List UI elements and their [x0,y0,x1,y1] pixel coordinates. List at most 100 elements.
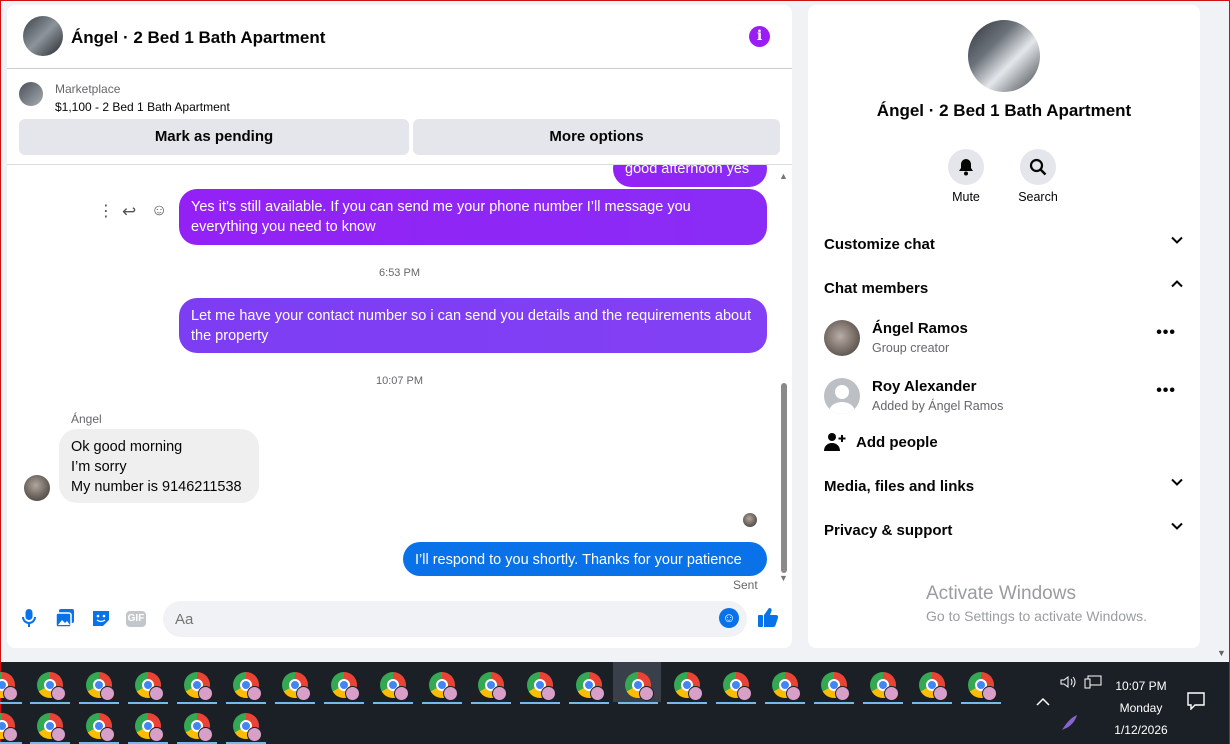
volume-icon[interactable] [1060,675,1076,692]
react-emoji-icon[interactable]: ☺ [151,202,167,220]
running-app-indicator [569,702,609,704]
thumbs-up-icon[interactable] [757,606,779,634]
chrome-profile-icon[interactable] [576,672,605,701]
message-timestamp: 10:07 PM [375,375,424,387]
message-timestamp: 6:53 PM [379,267,420,279]
privacy-support-section[interactable]: Privacy & support [824,513,1184,549]
message-bubble-outgoing[interactable]: Yes it’s still available. If you can sen… [179,189,767,245]
chat-title[interactable]: Ángel · 2 Bed 1 Bath Apartment [71,28,325,48]
chrome-profile-icon[interactable] [135,672,164,701]
watermark-title: Activate Windows [926,583,1076,604]
message-bubble-outgoing[interactable]: I’ll respond to you shortly. Thanks for … [403,542,767,576]
emoji-icon[interactable]: ☺ [719,608,739,628]
mute-button[interactable] [948,149,984,185]
marketplace-thumbnail[interactable] [19,82,43,106]
chrome-profile-icon[interactable] [233,713,262,742]
chrome-profile-icon[interactable] [870,672,899,701]
chrome-profile-icon[interactable] [968,672,997,701]
member-row[interactable]: Ángel Ramos Group creator ••• [824,316,1184,364]
add-people-button[interactable]: Add people [824,432,1184,456]
chrome-profile-icon[interactable] [282,672,311,701]
sender-avatar[interactable] [24,475,50,501]
add-people-label: Add people [856,434,938,451]
notification-center-icon[interactable] [1187,692,1205,715]
microphone-icon[interactable] [18,608,40,630]
chrome-profile-icon[interactable] [86,672,115,701]
member-role: Added by Ángel Ramos [872,399,1004,413]
clock-date: 1/12/2026 [1114,723,1168,737]
more-vertical-icon[interactable]: ⋮ [98,201,114,221]
member-name[interactable]: Ángel Ramos [872,320,968,337]
running-app-indicator [471,702,511,704]
seen-receipt-avatar [743,513,757,527]
running-app-indicator [128,702,168,704]
mark-as-pending-button[interactable]: Mark as pending [19,119,409,155]
feather-app-icon[interactable] [1060,714,1078,735]
chrome-profile-icon[interactable] [674,672,703,701]
scrollbar-thumb[interactable] [781,383,787,573]
running-app-indicator [422,702,462,704]
running-app-indicator [177,702,217,704]
chrome-profile-icon[interactable] [184,713,213,742]
search-label: Search [1018,190,1058,204]
chrome-profile-icon[interactable] [625,672,654,701]
gif-icon[interactable]: GIF [126,611,146,627]
media-files-links-section[interactable]: Media, files and links [824,469,1184,505]
customize-chat-section[interactable]: Customize chat [824,227,1184,263]
chrome-profile-icon[interactable] [233,672,262,701]
chrome-profile-icon[interactable] [772,672,801,701]
taskbar-clock[interactable]: 10:07 PM Monday 1/12/2026 [1101,675,1181,741]
chrome-profile-icon[interactable] [0,713,18,742]
message-input[interactable] [163,601,747,637]
running-app-indicator [0,702,22,704]
reply-icon[interactable]: ↩ [122,202,136,222]
page-scroll-down-arrow-icon[interactable]: ▼ [1217,648,1226,658]
chrome-profile-icon[interactable] [184,672,213,701]
running-app-indicator [716,702,756,704]
chrome-profile-icon[interactable] [0,672,18,701]
chrome-profile-icon[interactable] [37,713,66,742]
message-text-line: My number is 9146211538 [71,479,242,495]
chrome-profile-icon[interactable] [527,672,556,701]
chat-details-panel: Ángel · 2 Bed 1 Bath Apartment Mute Sear… [808,5,1200,648]
chrome-profile-icon[interactable] [37,672,66,701]
scroll-up-arrow-icon[interactable]: ▲ [779,171,788,181]
message-list[interactable]: good afternoon yes ⋮ ↩ ☺ Yes it’s still … [7,165,792,595]
member-name[interactable]: Roy Alexander [872,378,976,395]
running-app-indicator [520,702,560,704]
message-bubble-outgoing[interactable]: good afternoon yes [613,165,767,187]
chrome-profile-icon[interactable] [919,672,948,701]
member-row[interactable]: Roy Alexander Added by Ángel Ramos ••• [824,374,1184,422]
chrome-profile-icon[interactable] [135,713,164,742]
chrome-profile-icon[interactable] [429,672,458,701]
message-bubble-outgoing[interactable]: Let me have your contact number so i can… [179,298,767,353]
show-hidden-icons-chevron-icon[interactable] [1036,694,1050,710]
message-bubble-incoming[interactable]: Ok good morning I’m sorry My number is 9… [59,429,259,503]
scroll-down-arrow-icon[interactable]: ▼ [779,573,788,583]
section-label: Chat members [824,280,929,297]
chrome-profile-icon[interactable] [86,713,115,742]
more-horizontal-icon[interactable]: ••• [1156,382,1176,400]
photo-gallery-icon[interactable] [54,608,76,630]
message-scrollbar[interactable]: ▲ ▼ [779,165,791,585]
member-avatar[interactable] [824,378,860,414]
more-horizontal-icon[interactable]: ••• [1156,324,1176,342]
chrome-profile-icon[interactable] [821,672,850,701]
search-button[interactable] [1020,149,1056,185]
chrome-profile-icon[interactable] [380,672,409,701]
marketplace-item-title[interactable]: $1,100 - 2 Bed 1 Bath Apartment [55,100,230,114]
info-icon[interactable]: i [749,26,770,47]
chat-avatar[interactable] [23,16,63,56]
chrome-profile-icon[interactable] [478,672,507,701]
activate-windows-watermark: Activate Windows Go to Settings to activ… [926,583,1147,624]
chrome-profile-icon[interactable] [331,672,360,701]
network-icon[interactable] [1084,675,1102,692]
chrome-profile-icon[interactable] [723,672,752,701]
sticker-icon[interactable] [90,608,112,630]
member-avatar[interactable] [824,320,860,356]
clock-time: 10:07 PM [1115,679,1167,693]
chat-profile-avatar[interactable] [968,20,1040,92]
chat-members-section[interactable]: Chat members [824,271,1184,307]
section-label: Privacy & support [824,522,953,539]
more-options-button[interactable]: More options [413,119,780,155]
